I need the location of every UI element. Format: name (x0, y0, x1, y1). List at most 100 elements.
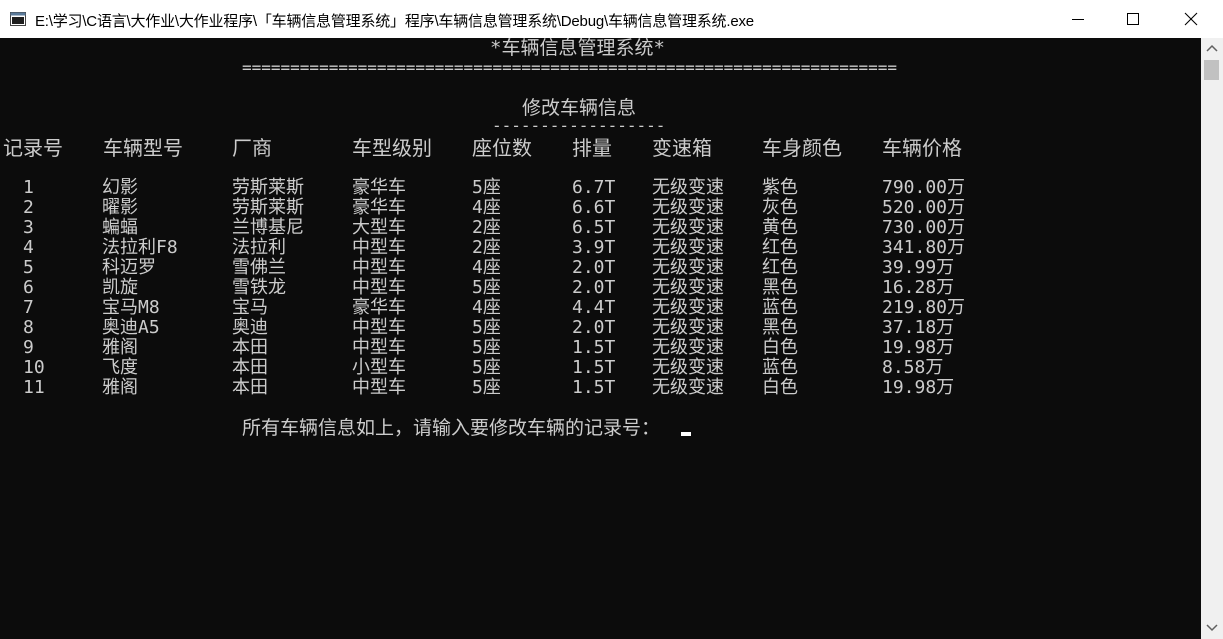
table-cell: 白色 (762, 377, 798, 398)
table-cell: 2座 (472, 237, 501, 258)
table-cell: 蓝色 (762, 297, 798, 318)
close-icon (1184, 12, 1198, 26)
scroll-down-icon[interactable] (1206, 624, 1218, 632)
table-cell: 黑色 (762, 317, 798, 338)
column-header: 车辆价格 (882, 136, 962, 160)
table-cell: 无级变速 (652, 277, 724, 298)
table-cell: 5 (23, 257, 34, 278)
table-cell: 劳斯莱斯 (232, 177, 304, 198)
maximize-icon (1127, 13, 1139, 25)
window-title: E:\学习\C语言\大作业\大作业程序\「车辆信息管理系统」程序\车辆信息管理系… (35, 13, 754, 30)
table-cell: 无级变速 (652, 297, 724, 318)
table-cell: 5座 (472, 317, 501, 338)
table-cell: 曜影 (102, 197, 138, 218)
table-cell: 灰色 (762, 197, 798, 218)
table-cell: 16.28万 (882, 277, 955, 298)
table-cell: 6.5T (572, 217, 616, 238)
table-cell: 小型车 (352, 357, 406, 378)
table-cell: 法拉利 (232, 237, 286, 258)
minimize-button[interactable] (1049, 0, 1107, 38)
table-cell: 黄色 (762, 217, 798, 238)
table-cell: 豪华车 (352, 177, 406, 198)
table-cell: 341.80万 (882, 237, 966, 258)
table-cell: 8 (23, 317, 34, 338)
table-cell: 4座 (472, 257, 501, 278)
table-cell: 1.5T (572, 357, 616, 378)
table-cell: 无级变速 (652, 337, 724, 358)
table-cell: 奥迪 (232, 317, 268, 338)
text-cursor (681, 432, 691, 436)
table-cell: 白色 (762, 337, 798, 358)
vertical-scrollbar[interactable] (1201, 38, 1223, 639)
table-cell: 7 (23, 297, 34, 318)
table-cell: 4座 (472, 197, 501, 218)
table-cell: 宝马M8 (102, 297, 160, 318)
column-header: 排量 (572, 136, 612, 160)
console-app-icon (10, 12, 26, 26)
table-cell: 无级变速 (652, 197, 724, 218)
table-cell: 无级变速 (652, 317, 724, 338)
table-cell: 520.00万 (882, 197, 966, 218)
table-cell: 本田 (232, 337, 268, 358)
table-cell: 无级变速 (652, 237, 724, 258)
table-cell: 11 (23, 377, 45, 398)
table-cell: 红色 (762, 257, 798, 278)
table-cell: 790.00万 (882, 177, 966, 198)
table-cell: 730.00万 (882, 217, 966, 238)
table-cell: 红色 (762, 237, 798, 258)
scroll-up-icon[interactable] (1206, 44, 1218, 52)
section-underline: ------------------ (492, 116, 666, 135)
scrollbar-thumb[interactable] (1204, 60, 1219, 80)
close-button[interactable] (1162, 0, 1220, 38)
table-cell: 凯旋 (102, 277, 138, 298)
table-cell: 6.6T (572, 197, 616, 218)
table-cell: 219.80万 (882, 297, 966, 318)
table-cell: 紫色 (762, 177, 798, 198)
table-cell: 39.99万 (882, 257, 955, 278)
table-cell: 4 (23, 237, 34, 258)
table-cell: 豪华车 (352, 197, 406, 218)
table-cell: 1.5T (572, 377, 616, 398)
table-cell: 1.5T (572, 337, 616, 358)
app-title: *车辆信息管理系统* (490, 38, 665, 59)
table-cell: 2座 (472, 217, 501, 238)
table-cell: 1 (23, 177, 34, 198)
table-cell: 无级变速 (652, 217, 724, 238)
table-cell: 中型车 (352, 337, 406, 358)
table-cell: 黑色 (762, 277, 798, 298)
window-titlebar[interactable]: E:\学习\C语言\大作业\大作业程序\「车辆信息管理系统」程序\车辆信息管理系… (0, 0, 1223, 38)
table-cell: 无级变速 (652, 177, 724, 198)
table-cell: 无级变速 (652, 377, 724, 398)
table-cell: 中型车 (352, 257, 406, 278)
minimize-icon (1072, 19, 1084, 20)
table-cell: 5座 (472, 377, 501, 398)
table-cell: 5座 (472, 357, 501, 378)
table-cell: 中型车 (352, 317, 406, 338)
table-cell: 雅阁 (102, 377, 138, 398)
table-cell: 飞度 (102, 357, 138, 378)
table-cell: 5座 (472, 177, 501, 198)
table-cell: 本田 (232, 377, 268, 398)
column-header: 车型级别 (352, 136, 432, 160)
table-cell: 6 (23, 277, 34, 298)
maximize-button[interactable] (1104, 0, 1162, 38)
table-cell: 雅阁 (102, 337, 138, 358)
table-cell: 本田 (232, 357, 268, 378)
column-header: 记录号 (3, 136, 63, 160)
table-cell: 法拉利F8 (102, 237, 178, 258)
table-cell: 8.58万 (882, 357, 944, 378)
table-cell: 3.9T (572, 237, 616, 258)
table-cell: 19.98万 (882, 337, 955, 358)
column-header: 座位数 (472, 136, 532, 160)
table-cell: 兰博基尼 (232, 217, 304, 238)
table-cell: 宝马 (232, 297, 268, 318)
column-header: 厂商 (232, 136, 272, 160)
console-output[interactable]: *车辆信息管理系统* =============================… (1, 38, 1201, 638)
table-cell: 10 (23, 357, 45, 378)
table-cell: 雪佛兰 (232, 257, 286, 278)
table-cell: 无级变速 (652, 257, 724, 278)
title-separator: ========================================… (242, 58, 898, 77)
table-cell: 大型车 (352, 217, 406, 238)
input-prompt: 所有车辆信息如上，请输入要修改车辆的记录号： (242, 417, 661, 439)
table-cell: 幻影 (102, 177, 138, 198)
